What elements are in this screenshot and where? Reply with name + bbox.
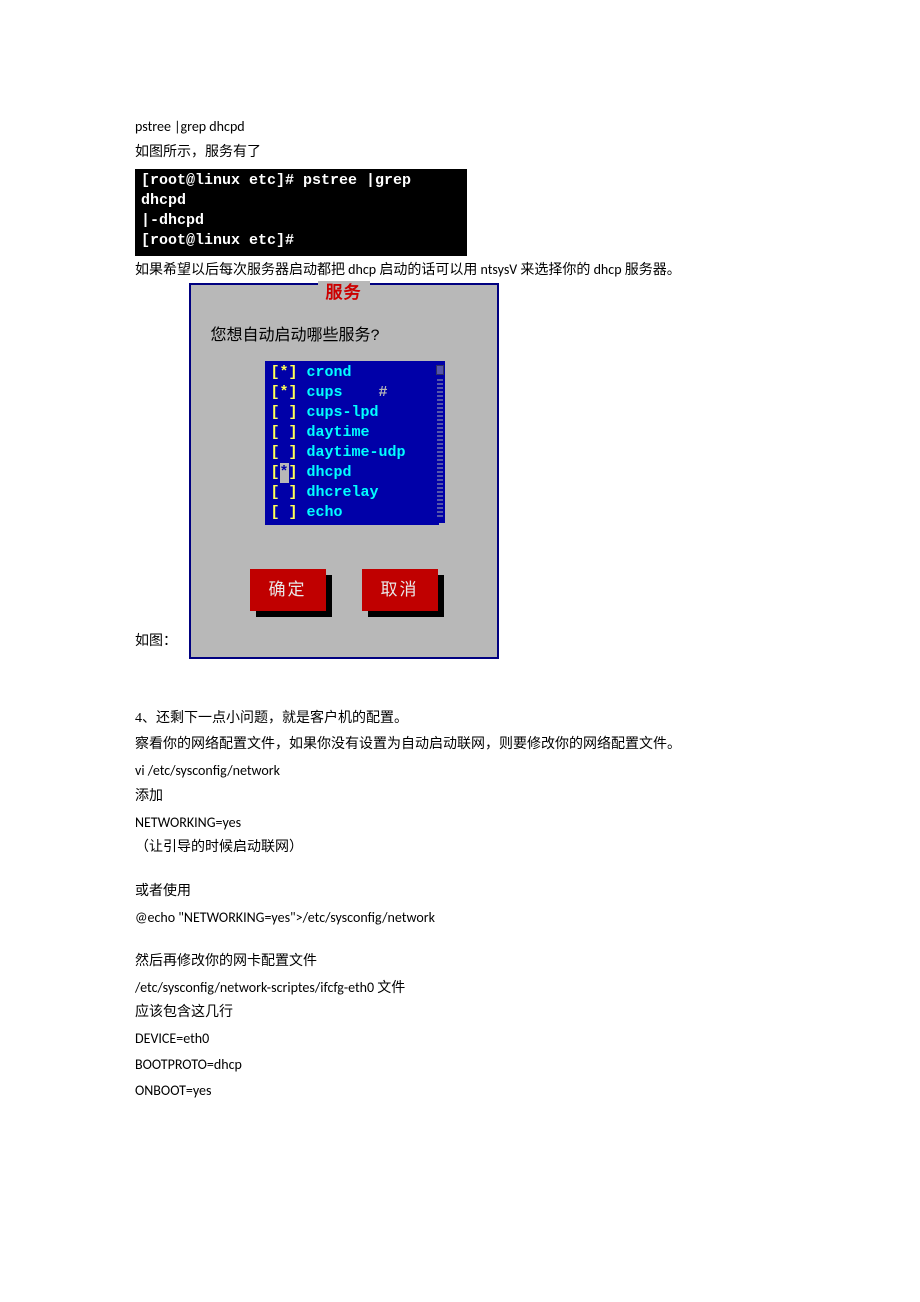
config-line: BOOTPROTO=dhcp — [135, 1053, 785, 1077]
dialog-title: 服务 — [318, 281, 370, 310]
terminal-line: [root@linux etc]# pstree |grep dhcpd — [141, 171, 461, 212]
service-item[interactable]: [ ] daytime-udp — [271, 443, 439, 463]
service-item[interactable]: [ ] cups-lpd — [271, 403, 439, 423]
body-text: 如果希望以后每次服务器启动都把 dhcp 启动的话可以用 ntsysV 来选择你… — [135, 258, 785, 282]
body-text: 然后再修改你的网卡配置文件 — [135, 950, 785, 974]
terminal-line: |-dhcpd — [141, 211, 461, 231]
config-line: NETWORKING=yes — [135, 811, 785, 835]
body-text: 或者使用 — [135, 880, 785, 904]
service-item[interactable]: [ ] echo — [271, 503, 439, 523]
ok-button-label: 确定 — [250, 569, 326, 611]
body-text: 察看你的网络配置文件，如果你没有设置为自动启动联网，则要修改你的网络配置文件。 — [135, 733, 785, 757]
command-line: @echo "NETWORKING=yes">/etc/sysconfig/ne… — [135, 906, 785, 930]
command-line: vi /etc/sysconfig/network — [135, 759, 785, 783]
document-page: pstree |grep dhcpd 如图所示，服务有了 [root@linux… — [0, 0, 920, 1165]
command-line: pstree |grep dhcpd — [135, 115, 785, 139]
figure-label: 如图： — [135, 630, 177, 654]
service-item[interactable]: [*] cups # — [271, 383, 439, 403]
listbox-scrollbar[interactable] — [435, 361, 445, 523]
config-line: ONBOOT=yes — [135, 1079, 785, 1103]
ok-button[interactable]: 确定 — [250, 569, 326, 611]
config-line: DEVICE=eth0 — [135, 1027, 785, 1051]
config-path: /etc/sysconfig/network-scriptes/ifcfg-et… — [135, 976, 785, 1000]
terminal-line: [root@linux etc]# — [141, 231, 461, 251]
ntsysv-dialog: 服务 您想自动启动哪些服务? [*] crond[*] cups #[ ] cu… — [189, 283, 499, 659]
body-text: 添加 — [135, 785, 785, 809]
service-item[interactable]: [ ] dhcrelay — [271, 483, 439, 503]
cancel-button[interactable]: 取消 — [362, 569, 438, 611]
service-listbox[interactable]: [*] crond[*] cups #[ ] cups-lpd[ ] dayti… — [265, 361, 439, 525]
service-item[interactable]: [ ] daytime — [271, 423, 439, 443]
body-text: 如图所示，服务有了 — [135, 141, 785, 165]
body-text: 应该包含这几行 — [135, 1001, 785, 1025]
body-text: （让引导的时候启动联网） — [135, 836, 785, 860]
terminal-screenshot: [root@linux etc]# pstree |grep dhcpd |-d… — [135, 169, 467, 256]
service-item[interactable]: [*] crond — [271, 363, 439, 383]
cancel-button-label: 取消 — [362, 569, 438, 611]
service-item[interactable]: [*] dhcpd — [271, 463, 439, 483]
dialog-question: 您想自动启动哪些服务? — [211, 323, 381, 350]
body-text: 4、还剩下一点小问题，就是客户机的配置。 — [135, 707, 785, 731]
